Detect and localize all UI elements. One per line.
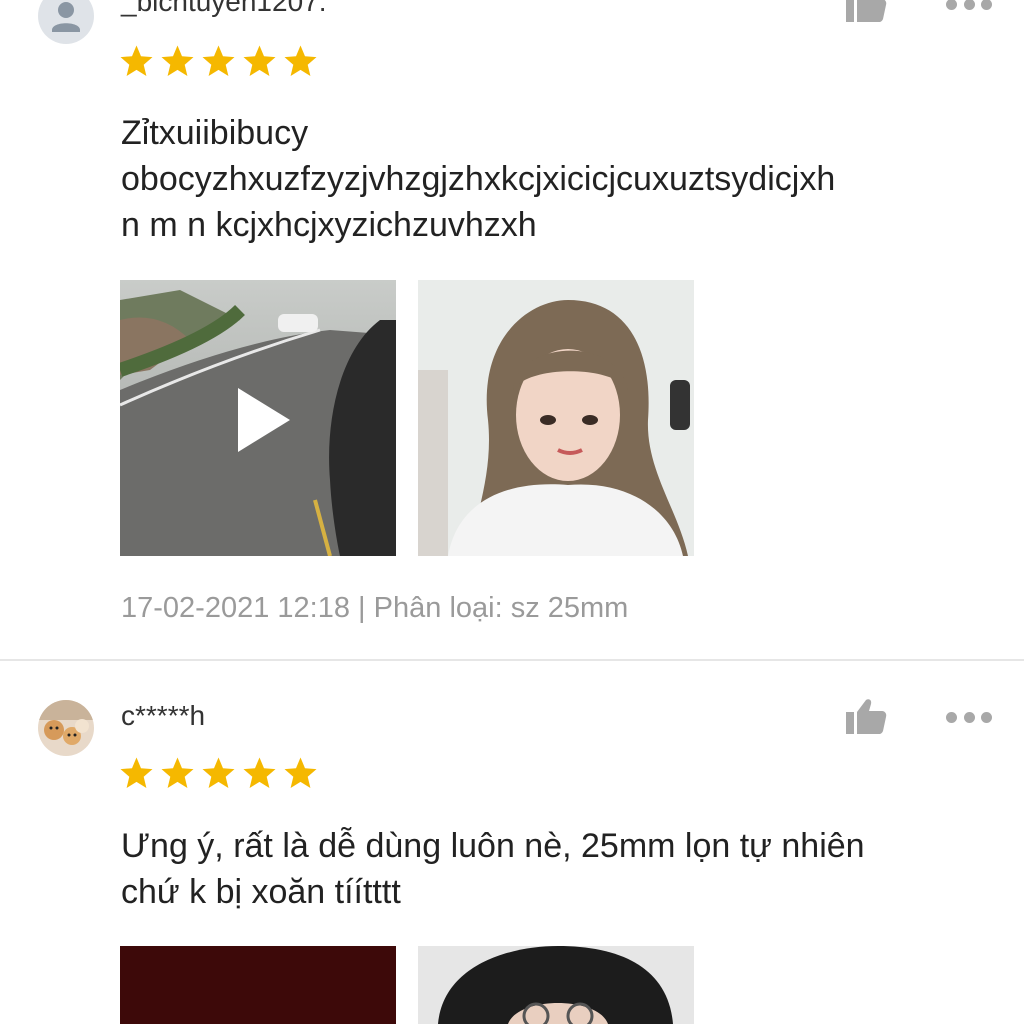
dark-red-photo-thumbnail-image	[120, 946, 396, 1024]
star-icon	[161, 757, 194, 788]
review-comment: Ưng ý, rất là dễ dùng luôn nè, 25mm lọn …	[121, 823, 991, 915]
user-silhouette-icon	[52, 2, 80, 32]
review-photo-thumbnail[interactable]	[418, 280, 694, 556]
rating-stars	[119, 44, 318, 79]
boy-photo-thumbnail-image	[418, 946, 694, 1024]
rating-stars	[119, 756, 318, 791]
review-photo-thumbnail[interactable]	[120, 946, 396, 1024]
review-variant: Phân loại: sz 25mm	[373, 592, 629, 624]
comment-line: Zỉtxuiibibucy	[121, 114, 309, 152]
review-item: c*****h Ưng ý, rất là dễ dùng luôn nè, 2…	[0, 662, 1024, 1024]
review-item: _bichtuyen1207. Zỉtxuiibibucy obocyzhxuz…	[0, 0, 1024, 660]
road-video-thumbnail-image	[120, 280, 396, 556]
review-comment: Zỉtxuiibibucy obocyzhxuzfzyzjvhzgjzhxkcj…	[121, 110, 991, 248]
review-photo-thumbnail[interactable]	[418, 946, 694, 1024]
thumbs-up-icon[interactable]	[844, 696, 888, 736]
star-icon	[284, 757, 317, 788]
comment-line: n m n kcjxhcjxyzichzuvhzxh	[121, 206, 537, 244]
star-icon	[202, 757, 235, 788]
comment-line: Ưng ý, rất là dễ dùng luôn nè, 25mm lọn …	[121, 827, 865, 865]
star-icon	[120, 757, 153, 788]
star-icon	[202, 45, 235, 76]
meta-separator: |	[358, 592, 366, 624]
avatar-image	[38, 700, 94, 756]
star-icon	[243, 757, 276, 788]
review-video-thumbnail[interactable]	[120, 280, 396, 556]
review-divider	[0, 659, 1024, 661]
review-date: 17-02-2021 12:18	[121, 592, 350, 624]
star-icon	[120, 45, 153, 76]
more-options-icon[interactable]	[946, 0, 992, 10]
star-icon	[284, 45, 317, 76]
star-icon	[243, 45, 276, 76]
girl-photo-thumbnail-image	[418, 280, 694, 556]
comment-line: obocyzhxuzfzyzjvhzgjzhxkcjxicicjcuxuztsy…	[121, 160, 836, 198]
thumbs-up-icon[interactable]	[844, 0, 888, 24]
review-username: c*****h	[121, 700, 206, 731]
comment-line: chứ k bị xoăn tíítttt	[121, 873, 401, 911]
avatar[interactable]	[38, 0, 94, 44]
star-icon	[161, 45, 194, 76]
avatar[interactable]	[38, 700, 94, 756]
review-username: _bichtuyen1207.	[121, 0, 327, 17]
review-meta: 17-02-2021 12:18 | Phân loại: sz 25mm	[121, 592, 628, 625]
more-options-icon[interactable]	[946, 711, 992, 723]
